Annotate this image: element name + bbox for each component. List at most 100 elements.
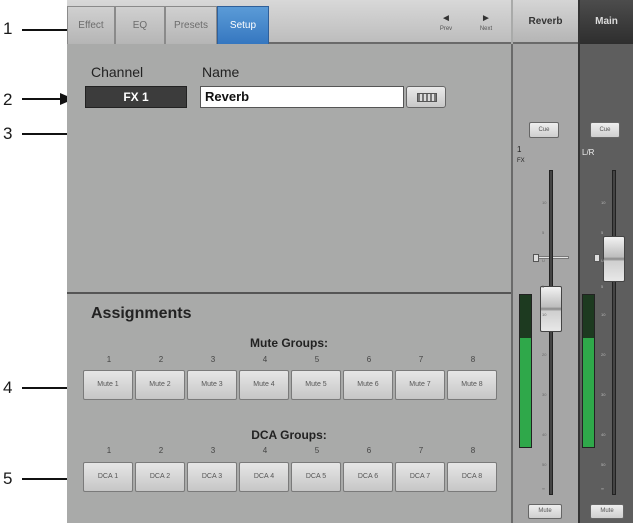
tab-bar: Effect EQ Presets Setup ◄ Prev ► Next bbox=[67, 0, 511, 44]
fx-channel-number: 1 bbox=[517, 145, 522, 154]
assignments-title: Assignments bbox=[91, 305, 192, 322]
fx-channel-strip: Reverb Cue 1 FX 10 5 U 5 10 20 30 40 50 … bbox=[513, 0, 578, 523]
dca-4-button[interactable]: DCA 4 bbox=[239, 462, 289, 492]
group-number: 7 bbox=[418, 446, 424, 455]
next-arrow-icon: ► bbox=[481, 13, 491, 24]
tab-effect[interactable]: Effect bbox=[67, 6, 115, 44]
fader-tick: 5 bbox=[601, 230, 604, 235]
group-number: 2 bbox=[158, 355, 164, 364]
mute-3-button[interactable]: Mute 3 bbox=[187, 370, 237, 400]
group-number: 4 bbox=[262, 446, 268, 455]
group-number: 2 bbox=[158, 446, 164, 455]
mute-8-button[interactable]: Mute 8 bbox=[447, 370, 497, 400]
fx-level-meter bbox=[519, 294, 532, 448]
fader-tick: 5 bbox=[601, 284, 604, 289]
mute-1-button[interactable]: Mute 1 bbox=[83, 370, 133, 400]
callout-line bbox=[22, 387, 70, 389]
fader-tick: 10 bbox=[542, 200, 547, 205]
fader-tick: 20 bbox=[542, 352, 547, 357]
fader-tick: 40 bbox=[601, 432, 606, 437]
mute-group-numbers: 1 2 3 4 5 6 7 8 bbox=[83, 355, 499, 367]
callout-line bbox=[22, 478, 70, 480]
fader-tick: 50 bbox=[601, 462, 606, 467]
prev-button[interactable]: ◄ Prev bbox=[427, 6, 465, 44]
prev-label: Prev bbox=[439, 26, 453, 32]
main-cue-button[interactable]: Cue bbox=[590, 122, 620, 138]
dca-group-buttons: DCA 1 DCA 2 DCA 3 DCA 4 DCA 5 DCA 6 DCA … bbox=[83, 462, 499, 492]
fx-channel-type: FX bbox=[517, 158, 525, 164]
prev-arrow-icon: ◄ bbox=[441, 13, 451, 24]
dca-1-button[interactable]: DCA 1 bbox=[83, 462, 133, 492]
callout-number: 3 bbox=[3, 124, 13, 143]
main-level-meter bbox=[582, 294, 595, 448]
main-mute-button[interactable]: Mute bbox=[590, 504, 624, 519]
group-number: 6 bbox=[366, 446, 372, 455]
main-strip-header[interactable]: Main bbox=[580, 0, 633, 44]
divider bbox=[67, 292, 511, 294]
next-button[interactable]: ► Next bbox=[467, 6, 505, 44]
keyboard-button[interactable] bbox=[406, 86, 446, 108]
fader-tick: 5 bbox=[542, 284, 545, 289]
group-number: 3 bbox=[210, 355, 216, 364]
fx-mute-button[interactable]: Mute bbox=[528, 504, 562, 519]
fx-fader-handle[interactable] bbox=[540, 286, 562, 332]
group-number: 5 bbox=[314, 355, 320, 364]
fx-fader-track[interactable] bbox=[549, 170, 553, 495]
fader-tick: 10 bbox=[542, 312, 547, 317]
main-meter-fill bbox=[583, 337, 594, 447]
dca-2-button[interactable]: DCA 2 bbox=[135, 462, 185, 492]
group-number: 3 bbox=[210, 446, 216, 455]
mute-group-buttons: Mute 1 Mute 2 Mute 3 Mute 4 Mute 5 Mute … bbox=[83, 370, 499, 400]
tab-presets[interactable]: Presets bbox=[165, 6, 217, 44]
mute-groups-title: Mute Groups: bbox=[250, 336, 328, 350]
mute-7-button[interactable]: Mute 7 bbox=[395, 370, 445, 400]
mute-5-button[interactable]: Mute 5 bbox=[291, 370, 341, 400]
group-number: 6 bbox=[366, 355, 372, 364]
group-number: 8 bbox=[470, 355, 476, 364]
fx-meter-fill bbox=[520, 337, 531, 447]
fx-strip-header[interactable]: Reverb bbox=[513, 0, 578, 44]
callout-line bbox=[22, 98, 62, 100]
mixer-screen: Effect EQ Presets Setup ◄ Prev ► Next Ch… bbox=[67, 0, 633, 523]
main-channel-label: L/R bbox=[582, 148, 595, 157]
group-number: 1 bbox=[106, 446, 112, 455]
group-number: 4 bbox=[262, 355, 268, 364]
dca-5-button[interactable]: DCA 5 bbox=[291, 462, 341, 492]
mute-6-button[interactable]: Mute 6 bbox=[343, 370, 393, 400]
fx-cue-button[interactable]: Cue bbox=[529, 122, 559, 138]
fader-tick: 30 bbox=[542, 392, 547, 397]
keyboard-icon bbox=[417, 93, 437, 102]
callout-number: 2 bbox=[3, 90, 13, 109]
main-channel-strip: Main Cue L/R 10 5 U 5 10 20 30 40 50 ∞ M… bbox=[578, 0, 633, 523]
dca-6-button[interactable]: DCA 6 bbox=[343, 462, 393, 492]
dca-3-button[interactable]: DCA 3 bbox=[187, 462, 237, 492]
group-number: 8 bbox=[470, 446, 476, 455]
mute-4-button[interactable]: Mute 4 bbox=[239, 370, 289, 400]
fx-pan-marker bbox=[533, 254, 539, 262]
dca-8-button[interactable]: DCA 8 bbox=[447, 462, 497, 492]
main-fader-handle[interactable] bbox=[603, 236, 625, 282]
tab-setup[interactable]: Setup bbox=[217, 6, 269, 44]
channel-label: Channel bbox=[91, 64, 144, 80]
group-number: 5 bbox=[314, 446, 320, 455]
tab-eq[interactable]: EQ bbox=[115, 6, 165, 44]
group-number: 1 bbox=[106, 355, 112, 364]
fader-tick: 10 bbox=[601, 200, 606, 205]
fader-tick: ∞ bbox=[542, 486, 545, 491]
fader-tick: 30 bbox=[601, 392, 606, 397]
main-fader-track[interactable] bbox=[612, 170, 616, 495]
callout-number: 4 bbox=[3, 378, 13, 397]
fader-tick: U bbox=[601, 258, 604, 263]
mute-2-button[interactable]: Mute 2 bbox=[135, 370, 185, 400]
name-field[interactable]: Reverb bbox=[200, 86, 404, 108]
name-label: Name bbox=[202, 64, 240, 80]
fader-tick: 5 bbox=[542, 230, 545, 235]
dca-7-button[interactable]: DCA 7 bbox=[395, 462, 445, 492]
group-number: 7 bbox=[418, 355, 424, 364]
next-label: Next bbox=[479, 26, 493, 32]
fader-tick: 40 bbox=[542, 432, 547, 437]
main-pan-marker bbox=[594, 254, 600, 262]
callout-number: 1 bbox=[3, 19, 13, 38]
channel-value: FX 1 bbox=[85, 86, 187, 108]
dca-groups-title: DCA Groups: bbox=[251, 428, 327, 442]
